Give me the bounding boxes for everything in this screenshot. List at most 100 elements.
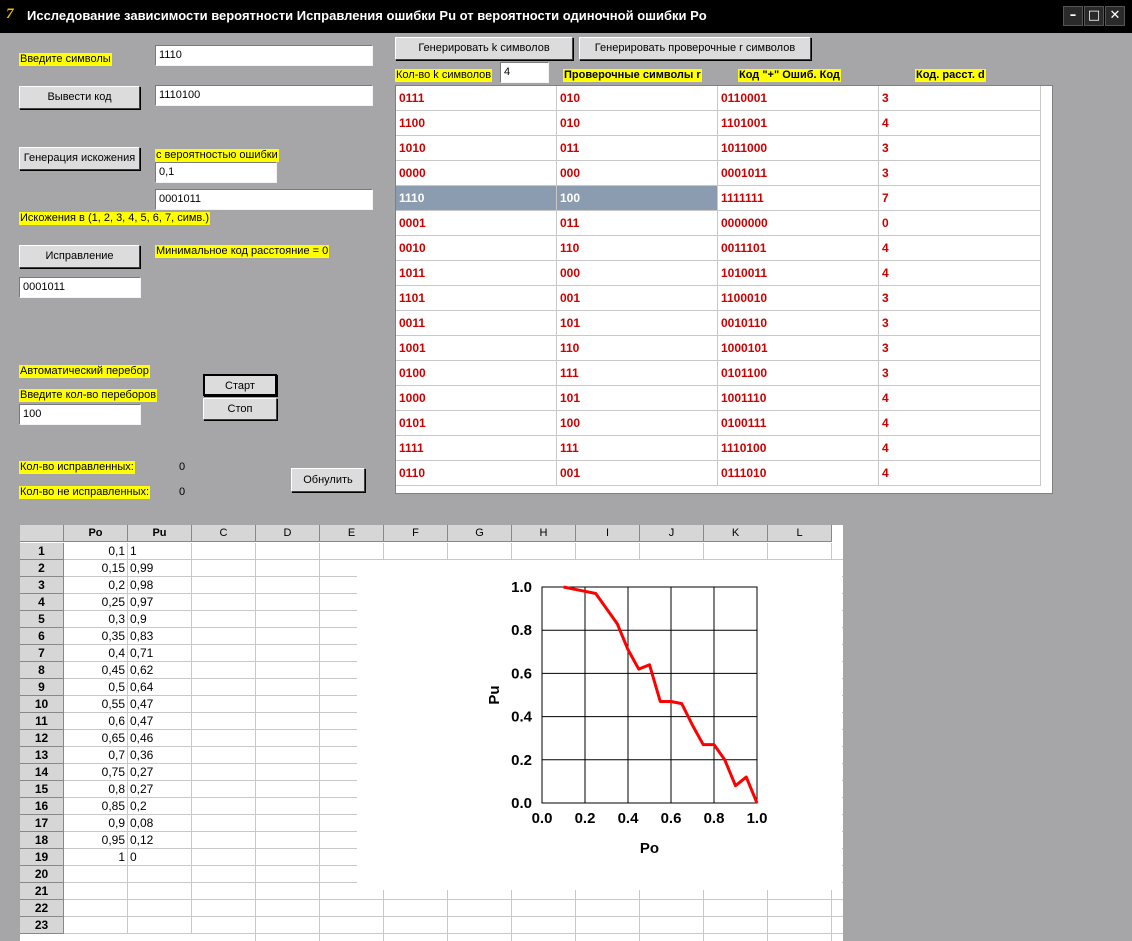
- distance-cell[interactable]: 4: [879, 236, 1041, 261]
- corrected-code-field[interactable]: 0001011: [19, 277, 141, 298]
- info-cell[interactable]: 1000: [396, 386, 557, 411]
- pu-cell[interactable]: 0,9: [128, 611, 192, 628]
- po-cell[interactable]: 0,85: [64, 798, 128, 815]
- column-header[interactable]: D: [256, 525, 320, 542]
- po-cell[interactable]: 0,2: [64, 577, 128, 594]
- info-cell[interactable]: 1010: [396, 136, 557, 161]
- table-row[interactable]: 1100 010 1101001 4: [396, 111, 1041, 136]
- po-cell[interactable]: 0,35: [64, 628, 128, 645]
- row-header[interactable]: 6: [20, 628, 64, 645]
- check-cell[interactable]: 000: [557, 161, 718, 186]
- pu-cell[interactable]: 0,97: [128, 594, 192, 611]
- code-cell[interactable]: 0100111: [718, 411, 879, 436]
- pu-cell[interactable]: 0,98: [128, 577, 192, 594]
- table-row[interactable]: 0100 111 0101100 3: [396, 361, 1041, 386]
- info-cell[interactable]: 1011: [396, 261, 557, 286]
- row-header[interactable]: 8: [20, 662, 64, 679]
- close-icon[interactable]: ✕: [1105, 6, 1125, 26]
- code-cell[interactable]: 1000101: [718, 336, 879, 361]
- distance-cell[interactable]: 4: [879, 436, 1041, 461]
- row-header[interactable]: 11: [20, 713, 64, 730]
- code-cell[interactable]: 0110001: [718, 86, 879, 111]
- row-header[interactable]: 10: [20, 696, 64, 713]
- table-row[interactable]: 1001 110 1000101 3: [396, 336, 1041, 361]
- table-row[interactable]: 1010 011 1011000 3: [396, 136, 1041, 161]
- row-header[interactable]: 19: [20, 849, 64, 866]
- pu-cell[interactable]: 0,27: [128, 764, 192, 781]
- generate-k-button[interactable]: Генерировать k символов: [395, 37, 573, 60]
- po-cell[interactable]: [64, 866, 128, 883]
- distance-cell[interactable]: 4: [879, 111, 1041, 136]
- info-cell[interactable]: 1100: [396, 111, 557, 136]
- check-cell[interactable]: 001: [557, 461, 718, 486]
- stop-button[interactable]: Стоп: [203, 398, 277, 420]
- po-cell[interactable]: 0,6: [64, 713, 128, 730]
- row-header[interactable]: 3: [20, 577, 64, 594]
- info-cell[interactable]: 0101: [396, 411, 557, 436]
- info-cell[interactable]: 1110: [396, 186, 557, 211]
- column-header[interactable]: Po: [64, 525, 128, 542]
- row-header[interactable]: 13: [20, 747, 64, 764]
- code-cell[interactable]: 0010110: [718, 311, 879, 336]
- row-header[interactable]: 16: [20, 798, 64, 815]
- check-cell[interactable]: 110: [557, 236, 718, 261]
- po-cell[interactable]: 0,25: [64, 594, 128, 611]
- info-cell[interactable]: 0110: [396, 461, 557, 486]
- column-header[interactable]: Pu: [128, 525, 192, 542]
- po-cell[interactable]: 0,55: [64, 696, 128, 713]
- pu-cell[interactable]: 0,83: [128, 628, 192, 645]
- start-button[interactable]: Старт: [203, 374, 277, 396]
- row-header[interactable]: 21: [20, 883, 64, 900]
- error-probability-input[interactable]: 0,1: [155, 162, 277, 183]
- code-cell[interactable]: 0001011: [718, 161, 879, 186]
- pu-cell[interactable]: 0,64: [128, 679, 192, 696]
- check-cell[interactable]: 111: [557, 361, 718, 386]
- check-cell[interactable]: 000: [557, 261, 718, 286]
- info-cell[interactable]: 0100: [396, 361, 557, 386]
- po-cell[interactable]: 0,5: [64, 679, 128, 696]
- distance-cell[interactable]: 0: [879, 211, 1041, 236]
- po-cell[interactable]: 0,8: [64, 781, 128, 798]
- po-cell[interactable]: 0,15: [64, 560, 128, 577]
- code-cell[interactable]: 0101100: [718, 361, 879, 386]
- row-header[interactable]: 4: [20, 594, 64, 611]
- po-cell[interactable]: 0,9: [64, 815, 128, 832]
- row-header[interactable]: 23: [20, 917, 64, 934]
- distorted-code-field[interactable]: 0001011: [155, 189, 373, 210]
- po-cell[interactable]: 0,45: [64, 662, 128, 679]
- check-cell[interactable]: 011: [557, 136, 718, 161]
- po-cell[interactable]: 0,1: [64, 543, 128, 560]
- pu-cell[interactable]: [128, 900, 192, 917]
- pu-cell[interactable]: [128, 917, 192, 934]
- table-row[interactable]: 0011 101 0010110 3: [396, 311, 1041, 336]
- column-header[interactable]: I: [576, 525, 640, 542]
- row-header[interactable]: 9: [20, 679, 64, 696]
- info-cell[interactable]: 0111: [396, 86, 557, 111]
- code-table[interactable]: 0111 010 0110001 3 1100 010 1101001 4 1010 011 101…: [395, 85, 1053, 494]
- column-header[interactable]: C: [192, 525, 256, 542]
- code-cell[interactable]: 1010011: [718, 261, 879, 286]
- distance-cell[interactable]: 7: [879, 186, 1041, 211]
- table-row[interactable]: 0101 100 0100111 4: [396, 411, 1041, 436]
- check-cell[interactable]: 110: [557, 336, 718, 361]
- pu-cell[interactable]: 0,12: [128, 832, 192, 849]
- code-cell[interactable]: 0111010: [718, 461, 879, 486]
- info-cell[interactable]: 0010: [396, 236, 557, 261]
- distance-cell[interactable]: 3: [879, 361, 1041, 386]
- info-cell[interactable]: 0001: [396, 211, 557, 236]
- check-cell[interactable]: 111: [557, 436, 718, 461]
- code-cell[interactable]: 1100010: [718, 286, 879, 311]
- column-header[interactable]: K: [704, 525, 768, 542]
- code-cell[interactable]: 1101001: [718, 111, 879, 136]
- spreadsheet[interactable]: Po Pu C D E F G H I J K L 1 0,1 1 2 0,15 0,99 3 0,2 0,98 4 0,2…: [20, 525, 843, 941]
- table-row[interactable]: 1111 111 1110100 4: [396, 436, 1041, 461]
- k-count-input[interactable]: 4: [500, 62, 549, 83]
- check-cell[interactable]: 001: [557, 286, 718, 311]
- pu-cell[interactable]: 0: [128, 849, 192, 866]
- check-cell[interactable]: 011: [557, 211, 718, 236]
- column-header[interactable]: F: [384, 525, 448, 542]
- distance-cell[interactable]: 4: [879, 386, 1041, 411]
- pu-cell[interactable]: 0,47: [128, 713, 192, 730]
- distance-cell[interactable]: 4: [879, 411, 1041, 436]
- iterations-input[interactable]: 100: [19, 404, 141, 425]
